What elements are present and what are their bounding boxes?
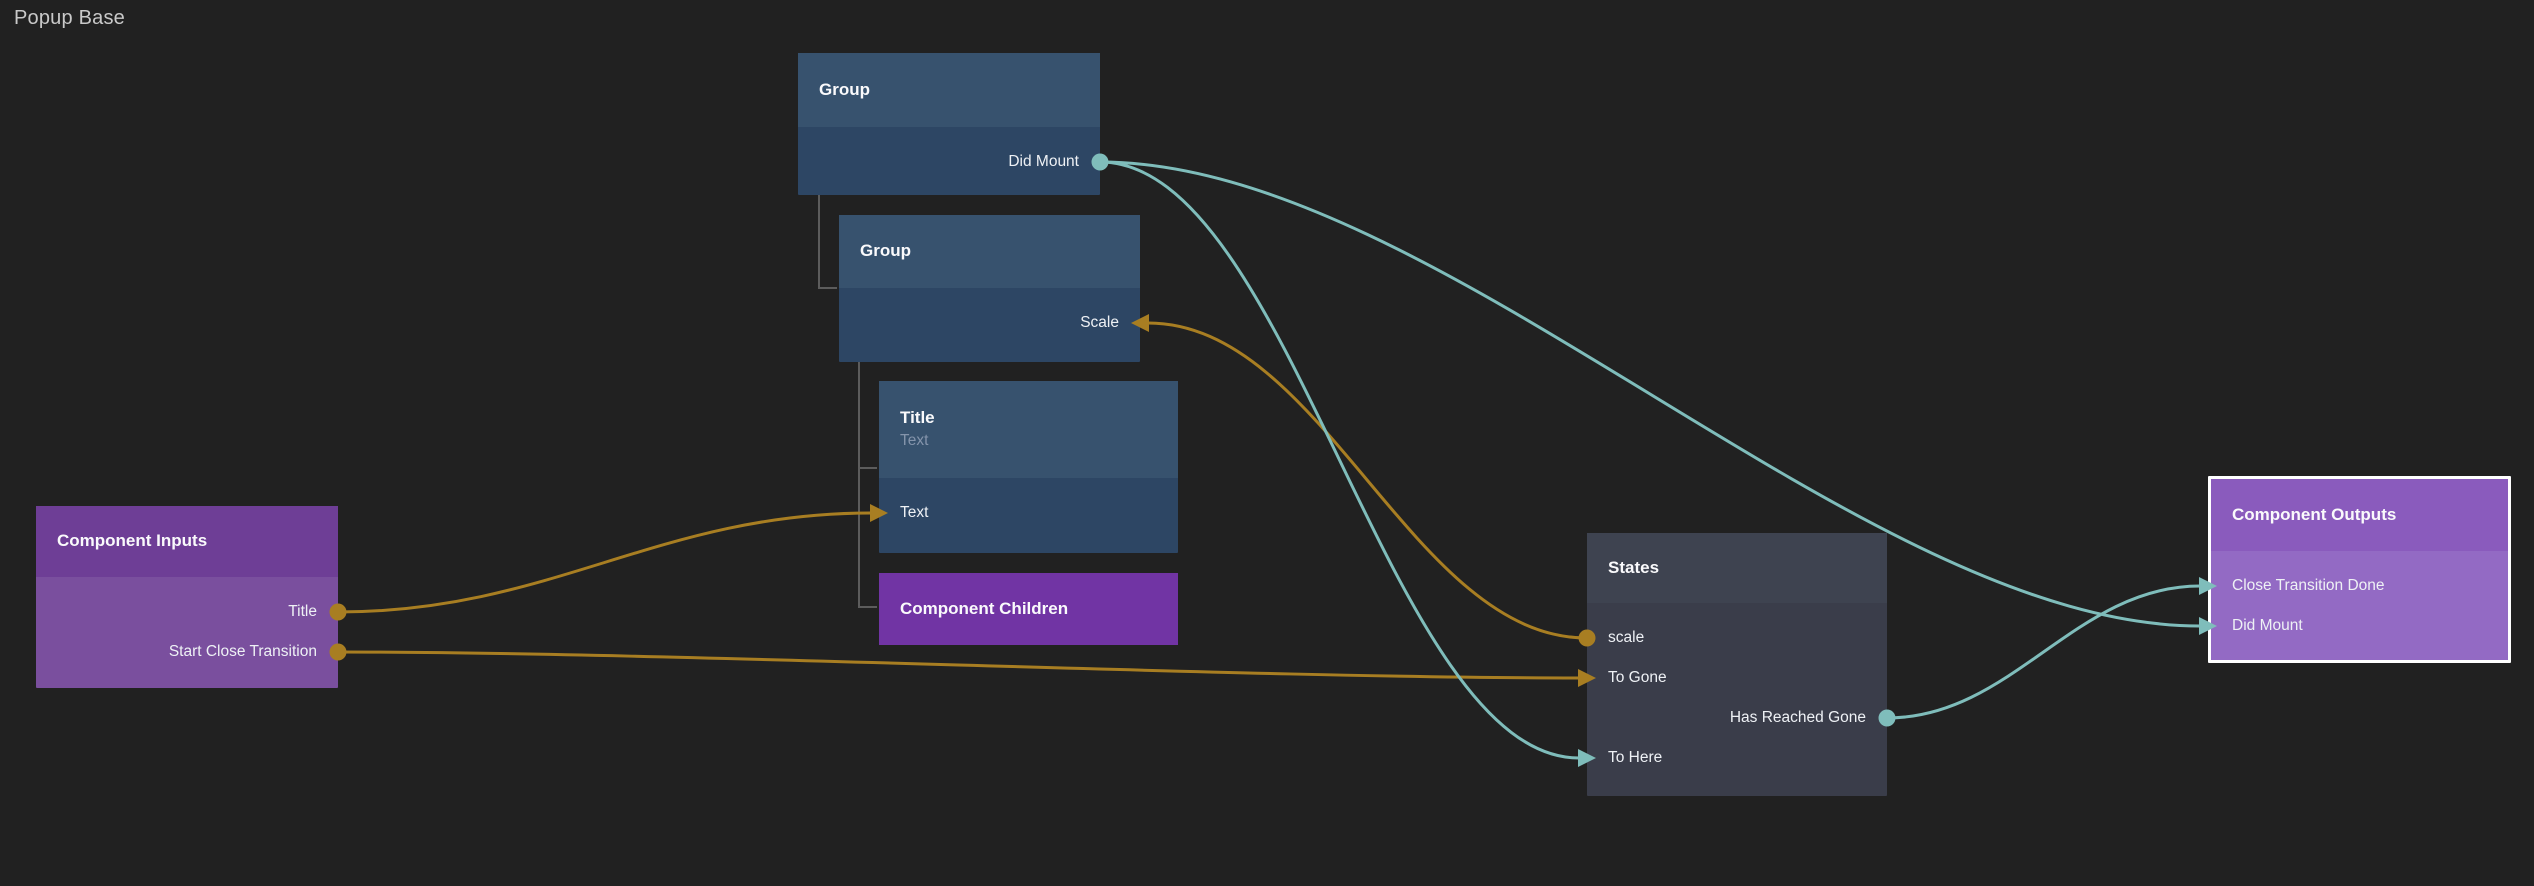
close-transition-done-input-port[interactable]: [2199, 577, 2217, 595]
to-gone-input-port[interactable]: [1578, 669, 1596, 687]
did-mount-output-port[interactable]: [1092, 154, 1109, 171]
scale-input-port[interactable]: [1131, 314, 1149, 332]
did-mount-input-port[interactable]: [2199, 617, 2217, 635]
title-output-port[interactable]: [330, 604, 347, 621]
start-close-transition-output-port[interactable]: [330, 644, 347, 661]
to-here-input-port[interactable]: [1578, 749, 1596, 767]
edge-group-outer-did-mount-to-states-to-here[interactable]: [1100, 162, 1579, 758]
edge-states-scale-to-group-inner-scale[interactable]: [1148, 323, 1587, 638]
edge-group-outer-did-mount-to-component-outputs-did-mount[interactable]: [1100, 162, 2200, 626]
node-graph-canvas[interactable]: Popup Base GroupDid MountGroupScaleTitle…: [0, 0, 2534, 886]
wires-layer: [0, 0, 2534, 886]
has-reached-gone-output-port[interactable]: [1879, 710, 1896, 727]
tree-connector-line: [859, 468, 877, 607]
scale-output-port[interactable]: [1579, 630, 1596, 647]
tree-connector-line: [819, 195, 837, 288]
edge-component-inputs-title-to-title-text[interactable]: [338, 513, 871, 612]
text-input-port[interactable]: [870, 504, 888, 522]
edge-states-has-reached-gone-to-component-outputs-close-transition-done[interactable]: [1887, 586, 2200, 718]
edge-component-inputs-start-close-transition-to-states-to-gone[interactable]: [338, 652, 1579, 678]
tree-connector-line: [859, 362, 877, 468]
